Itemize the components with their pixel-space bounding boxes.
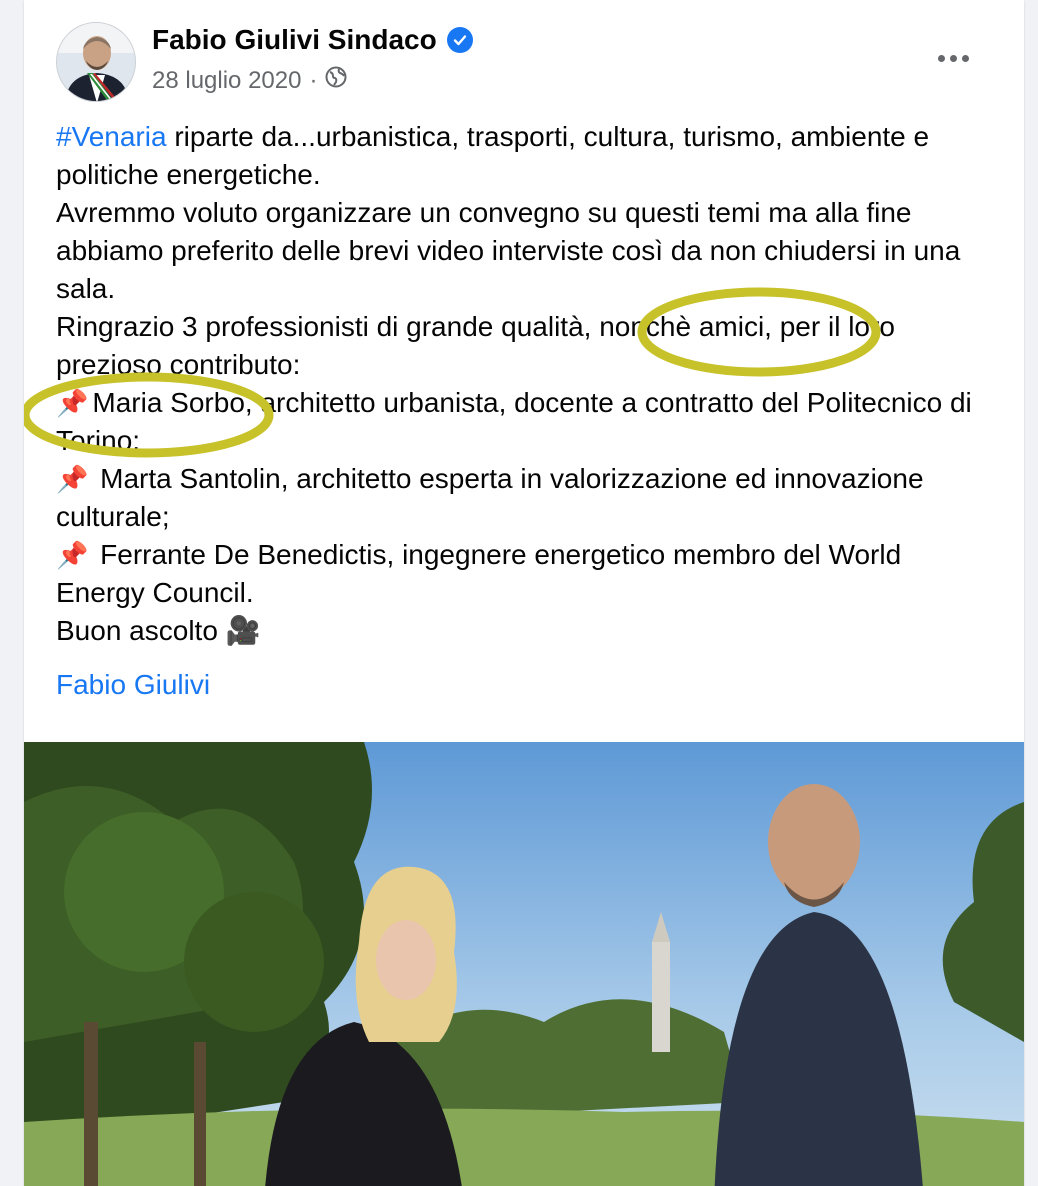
- author-name-row: Fabio Giulivi Sindaco: [152, 24, 473, 56]
- avatar-photo: [57, 23, 135, 101]
- more-options-icon[interactable]: [929, 40, 977, 76]
- pushpin-icon: 📌: [56, 388, 89, 418]
- meta-separator: ·: [309, 66, 318, 94]
- video-thumbnail[interactable]: [24, 742, 1024, 1186]
- bullet-item: 📌 Ferrante De Benedictis, ingegnere ener…: [56, 539, 902, 608]
- author-name[interactable]: Fabio Giulivi Sindaco: [152, 24, 437, 56]
- post-paragraph-2: Avremmo voluto organizzare un convegno s…: [56, 197, 961, 304]
- globe-icon: [325, 66, 347, 95]
- pushpin-icon: 📌: [56, 540, 89, 570]
- pushpin-icon: 📌: [56, 464, 89, 494]
- post-meta: 28 luglio 2020 ·: [152, 66, 347, 95]
- paragraph-1-text: riparte da...urbanistica, trasporti, cul…: [56, 121, 930, 190]
- verified-badge-icon: [446, 27, 473, 53]
- post-header: Fabio Giulivi Sindaco 28 luglio 2020 ·: [24, 0, 1024, 110]
- bullet-item: 📌 Maria Sorbo, architetto urbanista, doce…: [56, 387, 972, 456]
- signature-link[interactable]: Fabio Giulivi: [56, 666, 210, 704]
- post-card: Fabio Giulivi Sindaco 28 luglio 2020 · #…: [24, 0, 1024, 1186]
- post-paragraph-1: #Venaria riparte da...urbanistica, trasp…: [56, 118, 996, 194]
- video-frame-image: [24, 742, 1024, 1186]
- post-body: #Venaria riparte da...urbanistica, trasp…: [56, 118, 996, 704]
- post-paragraph-3: Ringrazio 3 professionisti di grande qua…: [56, 311, 895, 380]
- hashtag-link[interactable]: #Venaria: [56, 121, 167, 152]
- closing-line: Buon ascolto 🎥: [56, 615, 261, 646]
- author-avatar[interactable]: [56, 22, 136, 102]
- bullet-item: 📌 Marta Santolin, architetto esperta in …: [56, 463, 924, 532]
- post-date[interactable]: 28 luglio 2020: [152, 67, 301, 95]
